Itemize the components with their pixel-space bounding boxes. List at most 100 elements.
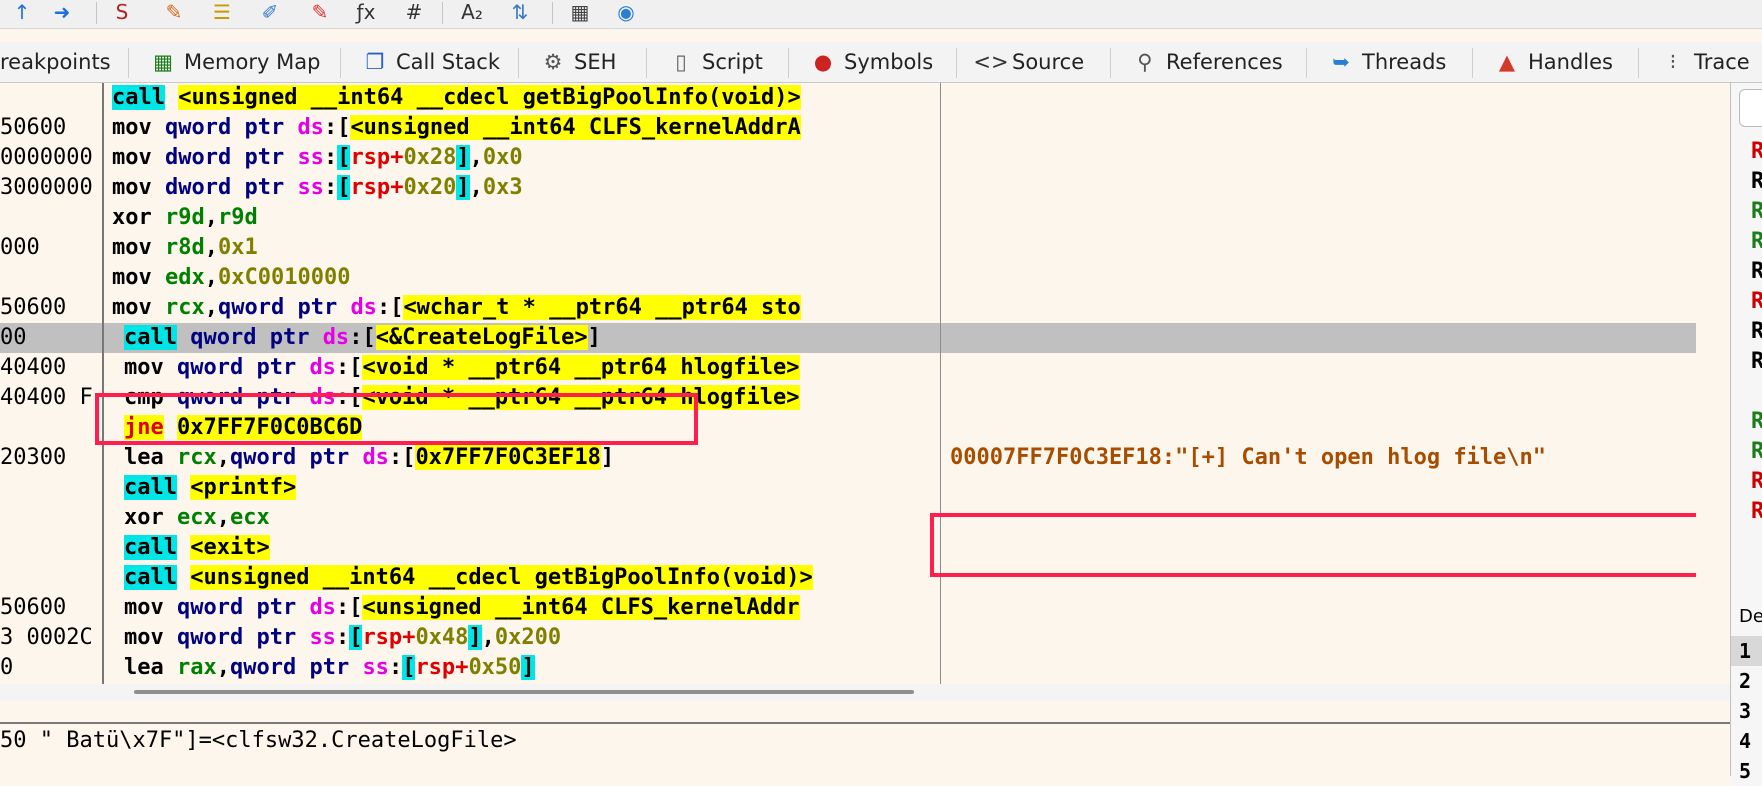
globe-icon[interactable]: ◉ [612, 0, 640, 24]
info-text: 50 " Batü\x7F"]=<clfsw32.CreateLogFile> [0, 728, 517, 753]
address-cell[interactable]: 50600 [0, 593, 66, 623]
horizontal-scrollbar[interactable] [0, 684, 1730, 702]
comment-icon[interactable]: ✐ [256, 0, 284, 24]
instruction-row[interactable]: call <unsigned __int64 __cdecl getBigPoo… [124, 563, 813, 593]
dump-row[interactable]: 1 [1731, 636, 1762, 666]
dump-label: De [1739, 606, 1762, 627]
tab-source[interactable]: <> Source [973, 42, 1085, 82]
instruction-row[interactable]: mov dword ptr ss:[rsp+0x28],0x0 [112, 143, 523, 173]
tab-label: Call Stack [396, 50, 501, 74]
instruction-row[interactable]: mov qword ptr ds:[<void * __ptr64 __ptr6… [124, 353, 800, 383]
dump-row[interactable]: 3 [1731, 696, 1762, 726]
address-cell[interactable]: 40400 F [0, 383, 93, 413]
instruction-token: , [204, 205, 218, 230]
references-icon: ⚲ [1137, 50, 1153, 74]
font-size-icon[interactable]: A₂ [458, 0, 486, 24]
tab-trace[interactable]: ⁝ Trace [1660, 42, 1750, 82]
pencil-icon[interactable]: ✎ [160, 0, 188, 24]
instruction-row[interactable]: mov rcx,qword ptr ds:[<wchar_t * __ptr64… [112, 293, 801, 323]
instruction-row[interactable]: mov qword ptr ds:[<unsigned __int64 CLFS… [124, 593, 800, 623]
script-red-icon[interactable]: S [108, 0, 136, 24]
instruction-token: 0x20 [403, 175, 457, 200]
address-cell[interactable]: 0000000 [0, 143, 93, 173]
instruction-token: lea [124, 655, 177, 680]
address-cell[interactable]: 0 [0, 653, 13, 683]
instruction-token: rsp [415, 655, 456, 680]
comment-string: 00007FF7F0C3EF18:"[+] Can't open hlog fi… [950, 445, 1547, 470]
tab-call-stack[interactable]: ❐ Call Stack [362, 42, 500, 82]
disassembly-view[interactable]: 50600 0000000 3000000 000 50600 00 40400 40400 … [0, 83, 1696, 684]
dump-row[interactable]: 4 [1731, 726, 1762, 756]
tab-seh[interactable]: ⚙ SEH [540, 42, 617, 82]
dump-row-number: 4 [1739, 729, 1752, 753]
instruction-token: rsp [350, 145, 391, 170]
tab-label: Source [1012, 50, 1085, 74]
tab-handles[interactable]: ▲ Handles [1494, 42, 1613, 82]
toolbar-separator [442, 2, 443, 24]
instruction-token: mov [124, 595, 177, 620]
instruction-token: r8d [164, 235, 205, 260]
address-cell[interactable]: 3000000 [0, 173, 93, 203]
instruction-row[interactable]: xor ecx,ecx [124, 503, 270, 533]
dump-row[interactable]: 2 [1731, 666, 1762, 696]
address-cell[interactable]: 50600 [0, 293, 66, 323]
instruction-token: + [390, 175, 404, 200]
address-cell[interactable]: 3 0002C [0, 623, 93, 653]
horizontal-scrollbar-thumb[interactable] [134, 690, 914, 694]
toolbar-separator [552, 2, 553, 24]
tab-reakpoints[interactable]: reakpoints [0, 42, 111, 82]
instruction-token: , [204, 265, 218, 290]
instruction-row[interactable]: call <printf> [124, 473, 297, 503]
tab-threads[interactable]: ➥ Threads [1328, 42, 1446, 82]
trace-icon: ⁝ [1669, 50, 1677, 74]
instruction-row[interactable]: mov dword ptr ss:[rsp+0x20],0x3 [112, 173, 523, 203]
instruction-row[interactable]: lea rax,qword ptr ss:[rsp+0x50] [124, 653, 535, 683]
handles-icon: ▲ [1498, 50, 1516, 74]
instruction-token: qword ptr [164, 115, 298, 140]
instruction-token: qword ptr [229, 445, 363, 470]
tab-script[interactable]: ▯ Script [668, 42, 763, 82]
instruction-token: [ [402, 655, 416, 680]
tab-symbols[interactable]: ● Symbols [810, 42, 933, 82]
step-up-icon[interactable]: ↑ [8, 0, 36, 24]
instruction-row[interactable]: call <exit> [124, 533, 270, 563]
instruction-row[interactable]: mov qword ptr ss:[rsp+0x48],0x200 [124, 623, 561, 653]
tab-references[interactable]: ⚲ References [1132, 42, 1282, 82]
instruction-token: , [216, 505, 230, 530]
user-arrow-icon[interactable]: ➜ [48, 0, 76, 24]
function-icon[interactable]: ƒx [352, 0, 380, 24]
instruction-token: [ [337, 175, 351, 200]
address-cell[interactable]: 40400 [0, 353, 66, 383]
tab-separator [518, 48, 519, 78]
tab-separator [788, 48, 789, 78]
instruction-token: ] [456, 145, 470, 170]
tab-memory-map[interactable]: ▦ Memory Map [150, 42, 320, 82]
hash-icon[interactable]: # [400, 0, 428, 24]
instruction-token: rcx [176, 445, 217, 470]
instruction-row[interactable]: mov r8d,0x1 [112, 233, 258, 263]
bookmark-icon[interactable]: ✎ [306, 0, 334, 24]
label-icon[interactable]: ☰ [208, 0, 236, 24]
transfer-icon[interactable]: ⇅ [506, 0, 534, 24]
instruction-row[interactable]: mov qword ptr ds:[<unsigned __int64 CLFS… [112, 113, 801, 143]
instruction-token: <unsigned __int64 CLFS_kernelAddrA [350, 115, 801, 140]
panel-tab[interactable] [1739, 89, 1762, 127]
instruction-token: ] [456, 175, 470, 200]
instruction-token: 0xC0010000 [217, 265, 351, 290]
calculator-icon[interactable]: ▦ [566, 0, 594, 24]
address-cell[interactable]: 000 [0, 233, 40, 263]
address-cell[interactable]: 20300 [0, 443, 66, 473]
dump-row[interactable]: 5 [1731, 756, 1762, 786]
instruction-row[interactable]: xor r9d,r9d [112, 203, 258, 233]
address-cell[interactable]: 00 [0, 323, 27, 353]
instruction-row[interactable]: call qword ptr ds:[<&CreateLogFile>] [124, 323, 601, 353]
instruction-row[interactable]: call <unsigned __int64 __cdecl getBigPoo… [112, 83, 801, 113]
instruction-row[interactable]: mov edx,0xC0010000 [112, 263, 350, 293]
instruction-row[interactable]: lea rcx,qword ptr ds:[0x7FF7F0C3EF18] [124, 443, 614, 473]
branch-gutter [102, 83, 104, 684]
instruction-token: qword ptr [190, 325, 323, 350]
instruction-token [165, 85, 178, 110]
address-cell[interactable]: 50600 [0, 113, 66, 143]
instruction-token: ss [362, 655, 389, 680]
instruction-token: <unsigned __int64 CLFS_kernelAddr [362, 595, 800, 620]
